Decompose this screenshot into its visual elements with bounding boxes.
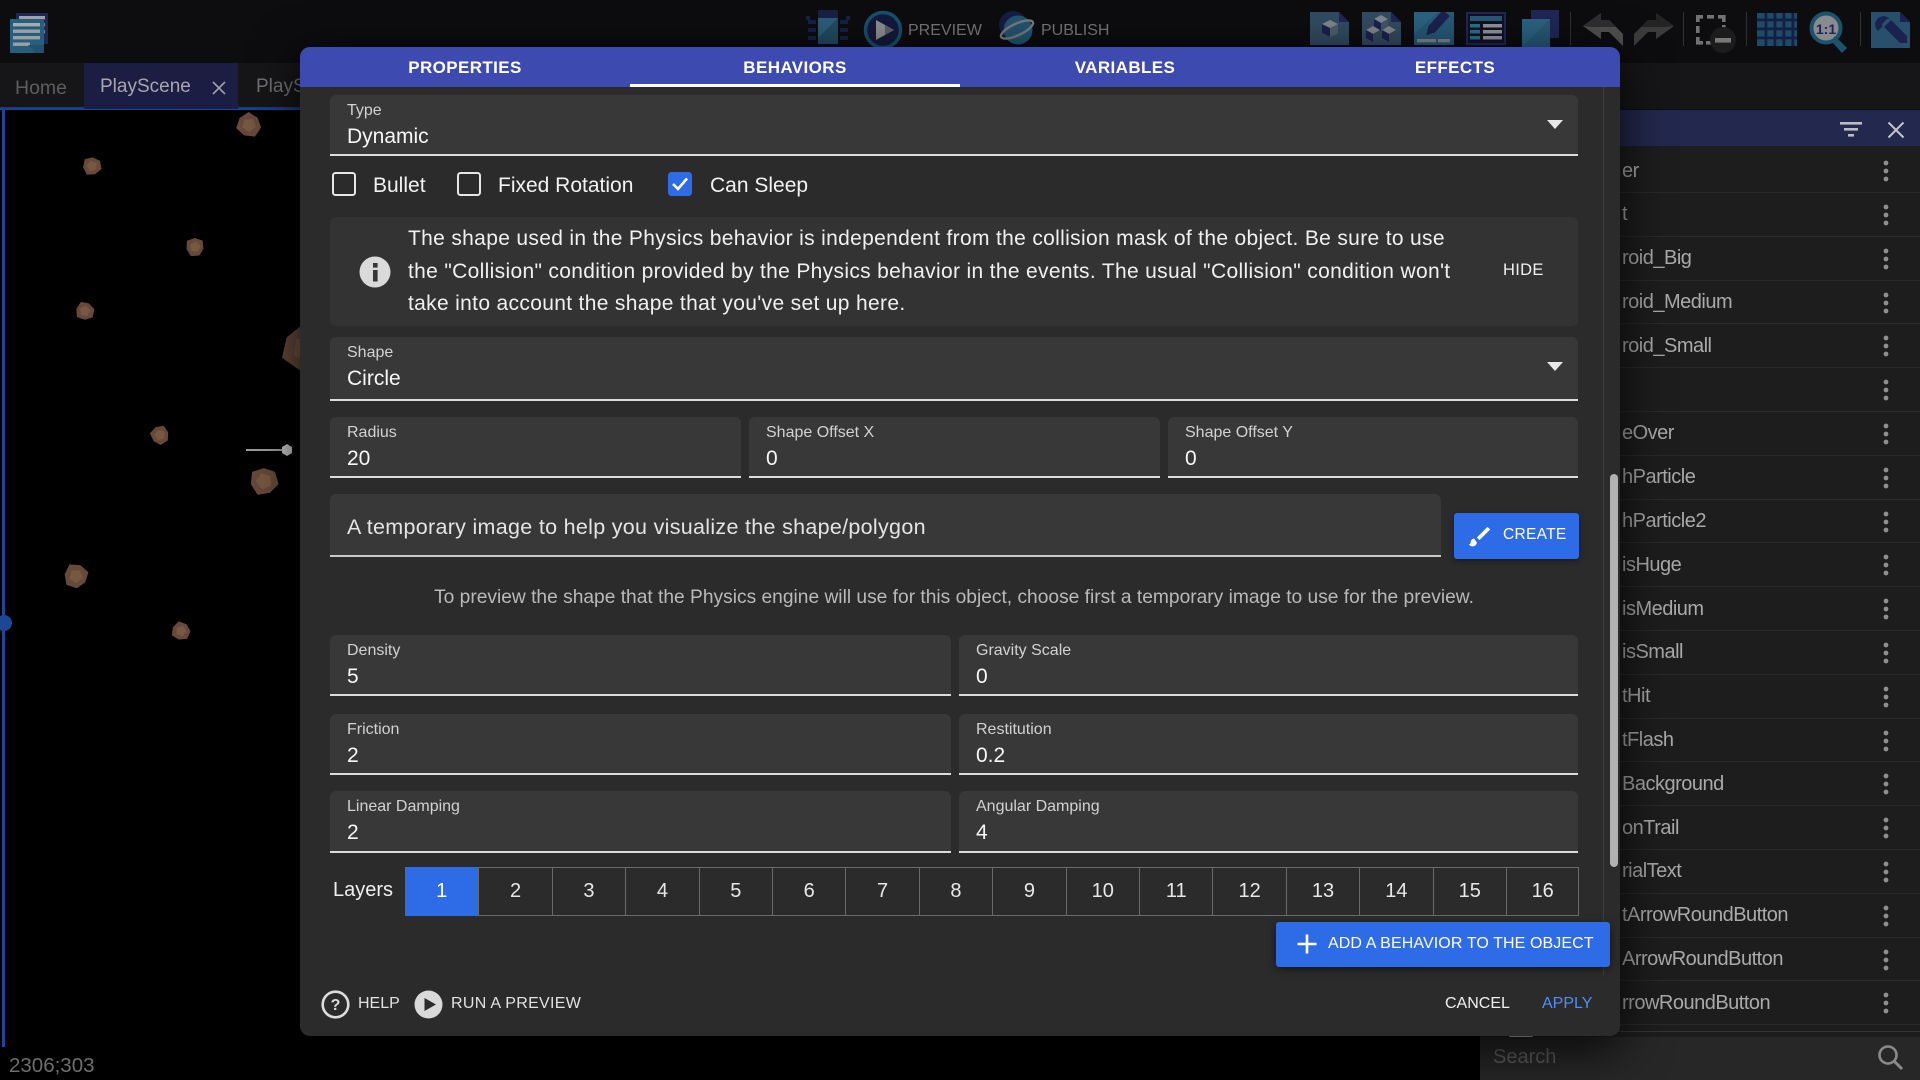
svg-text:?: ? (331, 997, 341, 1014)
